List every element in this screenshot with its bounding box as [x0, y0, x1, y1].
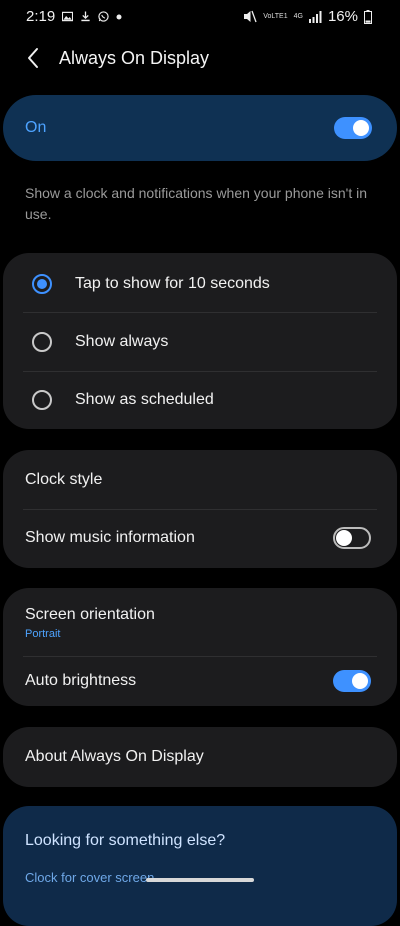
switch-knob: [353, 120, 369, 136]
suggestion-title: Looking for something else?: [25, 832, 226, 849]
screen-orientation-value: Portrait: [25, 628, 61, 640]
clock-settings-card: Clock style Show music information: [3, 450, 397, 568]
volte-label: VoLTE1: [263, 13, 288, 20]
radio-option-label: Show always: [75, 333, 169, 350]
suggestion-card: Looking for something else? Clock for co…: [3, 806, 397, 926]
radio-option-label: Tap to show for 10 seconds: [75, 275, 270, 292]
status-right: VoLTE1 4G 16%: [243, 8, 372, 25]
switch-knob: [352, 673, 368, 689]
music-info-row[interactable]: Show music information: [3, 509, 397, 568]
radio-button-selected[interactable]: [32, 274, 52, 294]
status-left: 2:19: [26, 8, 122, 25]
master-switch-row[interactable]: On: [3, 95, 397, 161]
feature-description: Show a clock and notifications when your…: [25, 185, 367, 222]
radio-option-tap-to-show[interactable]: Tap to show for 10 seconds: [3, 253, 397, 313]
music-info-label: Show music information: [25, 529, 195, 546]
gesture-handle[interactable]: [146, 878, 254, 882]
notification-dot-icon: [116, 14, 122, 19]
switch-knob: [336, 530, 352, 546]
radio-button[interactable]: [32, 332, 52, 352]
radio-button[interactable]: [32, 390, 52, 410]
master-switch[interactable]: [334, 117, 372, 139]
battery-percent: 16%: [327, 8, 358, 25]
signal-icon: [308, 10, 322, 23]
gallery-icon: [62, 11, 74, 22]
screen-orientation-row[interactable]: Screen orientation Portrait: [3, 588, 397, 656]
auto-brightness-switch[interactable]: [333, 670, 371, 692]
app-bar: Always On Display: [0, 40, 400, 80]
about-card[interactable]: About Always On Display: [3, 727, 397, 787]
auto-brightness-row[interactable]: Auto brightness: [3, 656, 397, 706]
status-time: 2:19: [26, 8, 56, 25]
radio-option-show-as-scheduled[interactable]: Show as scheduled: [3, 371, 397, 429]
auto-brightness-label: Auto brightness: [25, 672, 137, 689]
clock-style-row[interactable]: Clock style: [3, 450, 397, 509]
mute-icon: [244, 10, 257, 23]
download-icon: [81, 11, 90, 22]
back-arrow-icon[interactable]: [22, 46, 46, 70]
status-bar: 2:19 VoLTE1 4G 16%: [0, 0, 400, 34]
radio-option-label: Show as scheduled: [75, 391, 214, 408]
network-label: 4G: [293, 13, 303, 20]
radio-option-show-always[interactable]: Show always: [3, 313, 397, 371]
page-title: Always On Display: [59, 48, 210, 68]
clock-style-label: Clock style: [25, 471, 103, 488]
music-info-switch[interactable]: [333, 527, 371, 549]
screen-orientation-label: Screen orientation: [25, 606, 155, 623]
about-label: About Always On Display: [25, 748, 204, 765]
master-switch-label: On: [25, 119, 47, 136]
whatsapp-icon: [98, 11, 109, 22]
display-mode-card: Tap to show for 10 seconds Show always S…: [3, 253, 397, 429]
suggestion-link[interactable]: Clock for cover screen: [25, 870, 154, 885]
display-settings-card: Screen orientation Portrait Auto brightn…: [3, 588, 397, 706]
battery-icon: [364, 9, 372, 24]
